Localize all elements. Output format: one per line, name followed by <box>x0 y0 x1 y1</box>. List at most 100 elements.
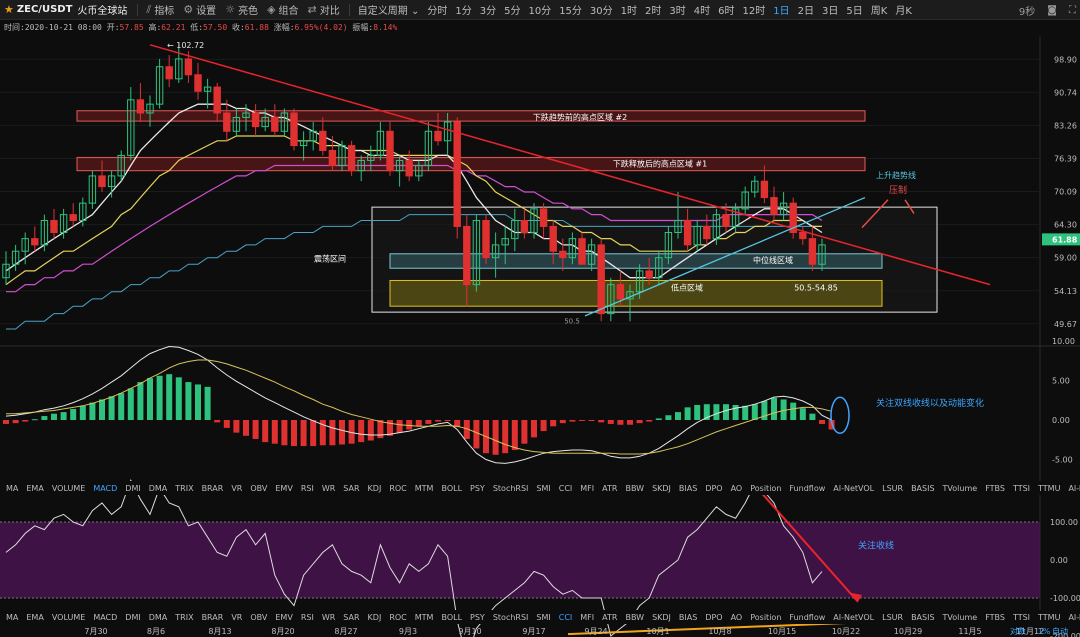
period-2[interactable]: 3分 <box>480 2 496 17</box>
indicator-tab-brar[interactable]: BRAR <box>202 484 224 493</box>
indicator-tab-position[interactable]: Position <box>750 613 781 622</box>
indicator-tab-ema[interactable]: EMA <box>26 484 43 493</box>
period-7[interactable]: 1时 <box>621 2 637 17</box>
indicator-tab-basis[interactable]: BASIS <box>911 484 934 493</box>
indicator-tab-mtm[interactable]: MTM <box>415 484 434 493</box>
period-17[interactable]: 周K <box>871 2 888 17</box>
indicator-tab-fundflow[interactable]: Fundflow <box>789 613 825 622</box>
indicator-tab-emv[interactable]: EMV <box>275 613 292 622</box>
indicator-tab-fundflow[interactable]: Fundflow <box>789 484 825 493</box>
indicator-tab-ema[interactable]: EMA <box>26 613 43 622</box>
indicator-tab-boll[interactable]: BOLL <box>441 484 462 493</box>
exchange-label[interactable]: 火币全球站 <box>77 2 127 17</box>
indicator-tab-roc[interactable]: ROC <box>389 484 406 493</box>
chart-canvas[interactable]: 下跌趋势前的高点区域 #2 下跌释放后的高点区域 #1 上升趋势线压制震荡区间 中位线… <box>0 0 1080 637</box>
period-9[interactable]: 3时 <box>669 2 685 17</box>
period-16[interactable]: 5日 <box>846 2 862 17</box>
indicator-tab-atr[interactable]: ATR <box>602 613 617 622</box>
period-13[interactable]: 1日 <box>773 2 789 17</box>
indicator-tab-rsi[interactable]: RSI <box>301 613 314 622</box>
symbol-label[interactable]: ZEC/USDT <box>17 4 73 15</box>
indicator-tab-ftbs[interactable]: FTBS <box>985 484 1005 493</box>
indicator-tab-smi[interactable]: SMI <box>536 613 550 622</box>
period-14[interactable]: 2日 <box>798 2 814 17</box>
indicator-tab-tvolume[interactable]: TVolume <box>943 484 978 493</box>
indicator-tab-mfi[interactable]: MFI <box>580 613 594 622</box>
indicator-tab-mfi[interactable]: MFI <box>580 484 594 493</box>
period-3[interactable]: 5分 <box>504 2 520 17</box>
indicator-tab-bias[interactable]: BIAS <box>679 613 697 622</box>
indicator-tab-dmi[interactable]: DMI <box>125 613 140 622</box>
light-mode-button[interactable]: ☼ 亮色 <box>225 2 258 17</box>
period-18[interactable]: 月K <box>895 2 912 17</box>
indicator-tab-ai-bsi[interactable]: AI-BSI <box>1068 484 1080 493</box>
indicator-tab-atr[interactable]: ATR <box>602 484 617 493</box>
indicator-tab-ao[interactable]: AO <box>731 613 743 622</box>
indicator-tab-trix[interactable]: TRIX <box>175 613 193 622</box>
indicator-tab-mtm[interactable]: MTM <box>415 613 434 622</box>
custom-period-dropdown[interactable]: 自定义周期 ⌄ <box>358 2 420 17</box>
indicator-tab-obv[interactable]: OBV <box>250 613 267 622</box>
indicator-tab-dma[interactable]: DMA <box>149 484 168 493</box>
indicator-tab-stochrsi[interactable]: StochRSI <box>493 484 529 493</box>
indicator-tab-ttsi[interactable]: TTSI <box>1013 613 1030 622</box>
indicator-tab-skdj[interactable]: SKDJ <box>652 613 671 622</box>
indicator-tab-volume[interactable]: VOLUME <box>52 613 86 622</box>
period-12[interactable]: 12时 <box>743 2 766 17</box>
indicator-tab-emv[interactable]: EMV <box>275 484 292 493</box>
indicator-button[interactable]: ⫽ 指标 <box>146 2 174 18</box>
indicator-tab-ai-netvol[interactable]: AI-NetVOL <box>833 613 874 622</box>
indicator-tab-psy[interactable]: PSY <box>470 613 485 622</box>
indicator-tab-cci[interactable]: CCI <box>559 484 573 493</box>
indicator-tab-ma[interactable]: MA <box>6 613 18 622</box>
period-6[interactable]: 30分 <box>590 2 613 17</box>
indicator-tab-sar[interactable]: SAR <box>343 613 359 622</box>
indicator-tab-ftbs[interactable]: FTBS <box>985 613 1005 622</box>
indicator-tab-ma[interactable]: MA <box>6 484 18 493</box>
indicator-tab-stochrsi[interactable]: StochRSI <box>493 613 529 622</box>
indicator-tab-dpo[interactable]: DPO <box>705 484 722 493</box>
indicator-tab-lsur[interactable]: LSUR <box>882 613 903 622</box>
indicator-tab-ao[interactable]: AO <box>731 484 743 493</box>
favorite-star-icon[interactable]: ★ <box>4 3 14 16</box>
period-5[interactable]: 15分 <box>559 2 582 17</box>
indicator-tab-obv[interactable]: OBV <box>250 484 267 493</box>
indicator-tab-macd[interactable]: MACD <box>93 484 117 493</box>
indicator-tab-kdj[interactable]: KDJ <box>368 613 382 622</box>
period-10[interactable]: 4时 <box>694 2 710 17</box>
indicator-tab-bias[interactable]: BIAS <box>679 484 697 493</box>
indicator-tab-wr[interactable]: WR <box>322 484 335 493</box>
fullscreen-icon[interactable]: ⛶ <box>1069 5 1076 16</box>
indicator-tab-position[interactable]: Position <box>750 484 781 493</box>
indicator-tab-ai-netvol[interactable]: AI-NetVOL <box>833 484 874 493</box>
indicator-tab-tvolume[interactable]: TVolume <box>943 613 978 622</box>
indicator-tab-dmi[interactable]: DMI <box>125 484 140 493</box>
indicator-tab-roc[interactable]: ROC <box>389 613 406 622</box>
indicator-tab-ttmu[interactable]: TTMU <box>1038 613 1060 622</box>
period-4[interactable]: 10分 <box>528 2 551 17</box>
compare-button[interactable]: ⇄ 对比 <box>308 2 340 17</box>
period-0[interactable]: 分时 <box>427 2 447 17</box>
indicator-tab-skdj[interactable]: SKDJ <box>652 484 671 493</box>
period-8[interactable]: 2时 <box>645 2 661 17</box>
period-11[interactable]: 6时 <box>718 2 734 17</box>
indicator-tab-macd[interactable]: MACD <box>93 613 117 622</box>
indicator-tab-wr[interactable]: WR <box>322 613 335 622</box>
indicator-tab-rsi[interactable]: RSI <box>301 484 314 493</box>
indicator-tab-lsur[interactable]: LSUR <box>882 484 903 493</box>
indicator-tab-bbw[interactable]: BBW <box>625 613 644 622</box>
indicator-tab-vr[interactable]: VR <box>231 484 242 493</box>
indicator-tab-basis[interactable]: BASIS <box>911 613 934 622</box>
indicator-tab-cci[interactable]: CCI <box>559 613 573 622</box>
indicator-tab-dma[interactable]: DMA <box>149 613 168 622</box>
indicator-tab-trix[interactable]: TRIX <box>175 484 193 493</box>
indicator-tab-ttmu[interactable]: TTMU <box>1038 484 1060 493</box>
indicator-tab-bbw[interactable]: BBW <box>625 484 644 493</box>
indicator-tab-boll[interactable]: BOLL <box>441 613 462 622</box>
indicator-tab-psy[interactable]: PSY <box>470 484 485 493</box>
indicator-tab-volume[interactable]: VOLUME <box>52 484 86 493</box>
indicator-tab-smi[interactable]: SMI <box>536 484 550 493</box>
indicator-tab-ttsi[interactable]: TTSI <box>1013 484 1030 493</box>
indicator-tab-dpo[interactable]: DPO <box>705 613 722 622</box>
indicator-tab-kdj[interactable]: KDJ <box>368 484 382 493</box>
